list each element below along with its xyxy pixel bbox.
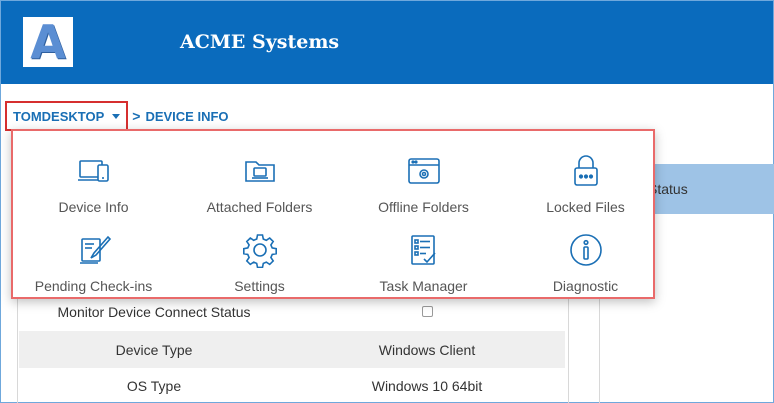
task-manager-icon bbox=[410, 235, 436, 265]
app-title: ACME Systems bbox=[180, 31, 340, 53]
menu-label: Pending Check-ins bbox=[34, 278, 153, 294]
breadcrumb-separator: > bbox=[132, 108, 141, 124]
menu-label: Settings bbox=[234, 278, 285, 294]
menu-item-attached-folders[interactable]: Attached Folders bbox=[179, 145, 340, 223]
monitor-connect-checkbox[interactable] bbox=[421, 305, 433, 317]
diagnostic-icon bbox=[569, 234, 602, 266]
settings-icon bbox=[242, 234, 277, 268]
menu-item-locked-files[interactable]: Locked Files bbox=[505, 145, 666, 223]
app-header: A ACME Systems bbox=[1, 1, 773, 84]
table-row: OS Type Windows 10 64bit bbox=[19, 367, 565, 403]
menu-label: Locked Files bbox=[546, 199, 625, 215]
attached-folders-icon bbox=[244, 161, 275, 182]
row-label: Device Type bbox=[115, 341, 193, 358]
menu-label: Task Manager bbox=[379, 278, 468, 294]
menu-item-offline-folders[interactable]: Offline Folders bbox=[343, 145, 504, 223]
locked-files-icon bbox=[573, 155, 598, 186]
pending-checkins-icon bbox=[79, 235, 111, 264]
device-info-icon bbox=[77, 160, 109, 182]
offline-folders-icon bbox=[407, 158, 440, 184]
row-value: Windows 10 64bit bbox=[371, 377, 483, 394]
row-label: OS Type bbox=[126, 377, 182, 394]
menu-item-device-info[interactable]: Device Info bbox=[13, 145, 174, 223]
menu-item-task-manager[interactable]: Task Manager bbox=[343, 224, 504, 302]
menu-item-diagnostic[interactable]: Diagnostic bbox=[505, 224, 666, 302]
menu-label: Diagnostic bbox=[552, 278, 619, 294]
logo-letter: A bbox=[30, 15, 66, 69]
app-logo: A bbox=[23, 17, 73, 67]
row-value: Windows Client bbox=[378, 341, 476, 358]
device-menu-dropdown: Device Info Attached Folders Offline Fol… bbox=[11, 129, 655, 299]
row-label: Monitor Device Connect Status bbox=[57, 303, 251, 320]
device-name: TOMDESKTOP bbox=[13, 108, 105, 124]
caret-down-icon bbox=[112, 113, 121, 119]
breadcrumb-current: DEVICE INFO bbox=[145, 108, 229, 124]
menu-label: Attached Folders bbox=[206, 199, 313, 215]
row-value bbox=[289, 304, 565, 320]
menu-item-pending-checkins[interactable]: Pending Check-ins bbox=[13, 224, 174, 302]
table-row: Device Type Windows Client bbox=[19, 331, 565, 368]
menu-item-settings[interactable]: Settings bbox=[179, 224, 340, 302]
breadcrumb: TOMDESKTOP > DEVICE INFO bbox=[5, 101, 229, 131]
menu-label: Device Info bbox=[58, 199, 129, 215]
menu-label: Offline Folders bbox=[378, 199, 469, 215]
device-switcher-dropdown[interactable]: TOMDESKTOP bbox=[5, 101, 129, 131]
